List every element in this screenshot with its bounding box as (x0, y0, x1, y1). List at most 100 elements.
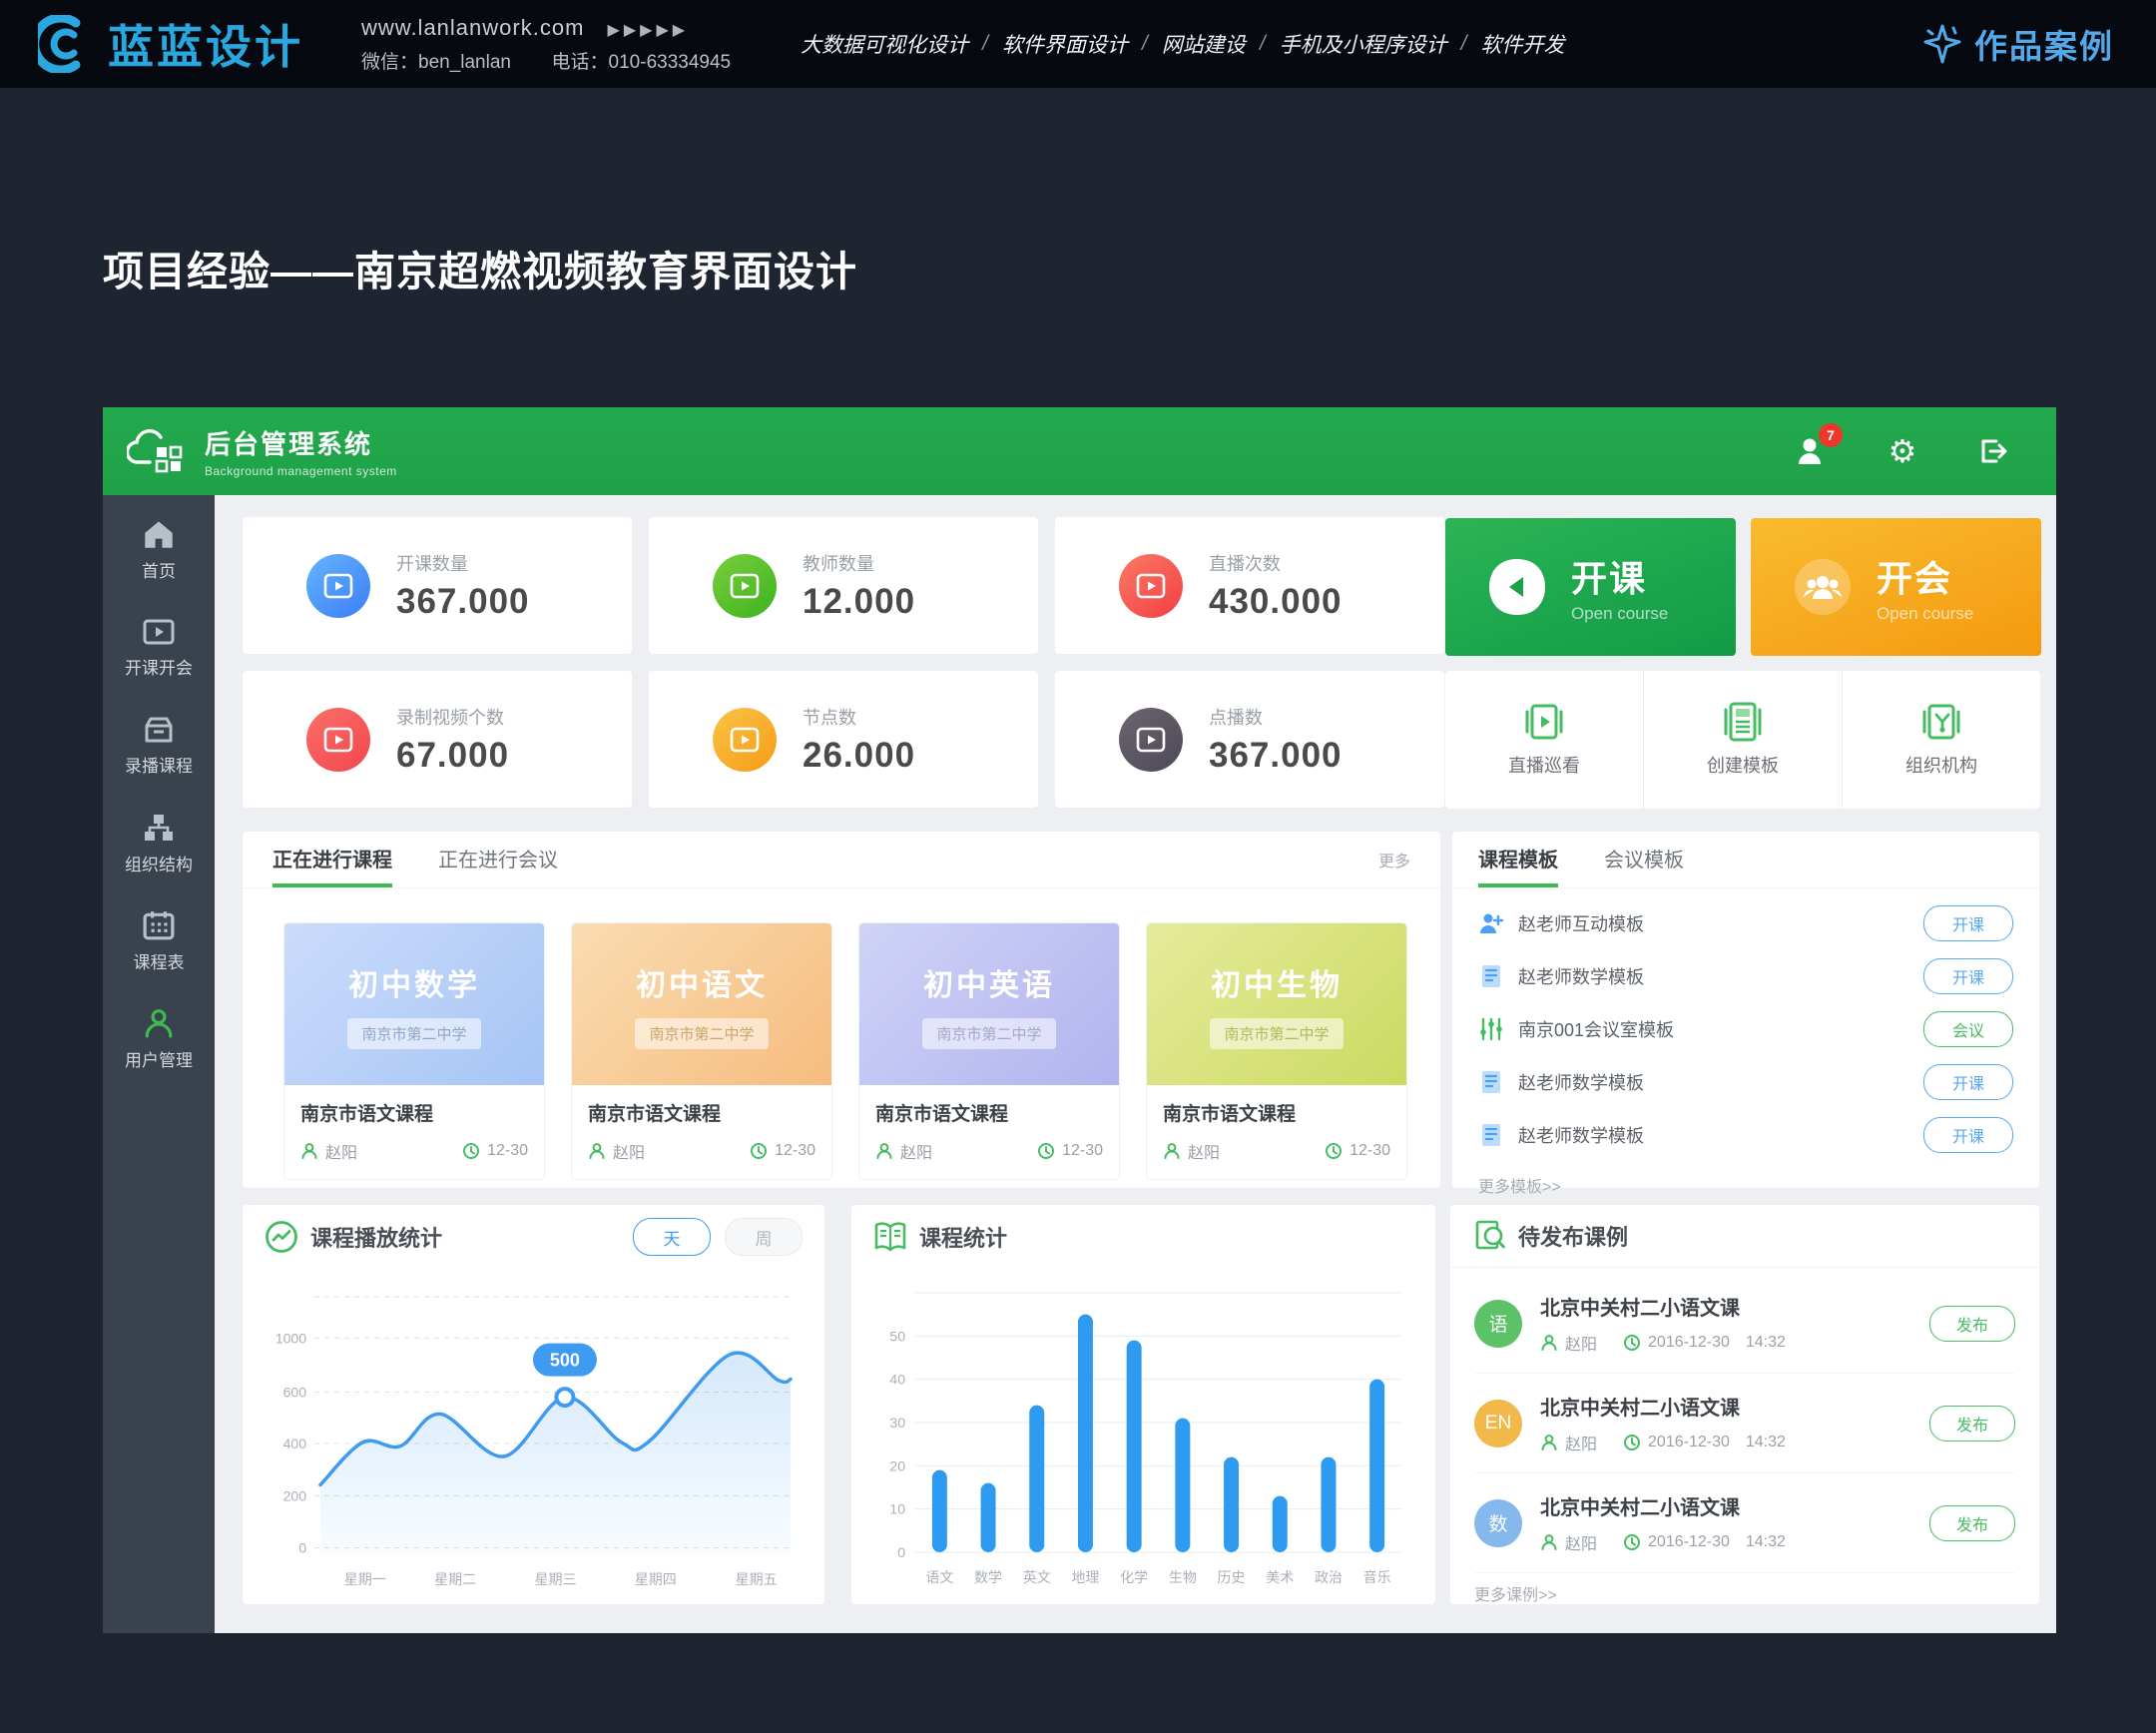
cloud-logo-icon (127, 425, 189, 477)
more-templates-link[interactable]: 更多模板>> (1478, 1173, 2013, 1197)
svg-text:英文: 英文 (1023, 1569, 1051, 1585)
menu-item-dev[interactable]: 软件开发 (1481, 29, 1565, 59)
stat-icon-0 (306, 554, 370, 618)
course-badge-3: 南京市第二中学 (1210, 1018, 1343, 1049)
svg-text:数学: 数学 (974, 1569, 1002, 1585)
template-name: 赵老师互动模板 (1518, 910, 1644, 936)
open-meeting-button[interactable]: 开会 Open course (1751, 518, 2041, 656)
stat-card-recorded-videos: 录制视频个数67.000 (243, 671, 632, 808)
template-row: 赵老师数学模板 开课 (1478, 1055, 2013, 1108)
template-name: 赵老师数学模板 (1518, 963, 1644, 989)
more-lessons-link[interactable]: 更多课例>> (1474, 1581, 2015, 1605)
course-title: 南京市语文课程 (1163, 1099, 1390, 1126)
publish-button[interactable]: 发布 (1929, 1406, 2015, 1442)
quick-link-live-patrol[interactable]: 直播巡看 (1445, 671, 1643, 809)
site-url: www.lanlanwork.com (361, 15, 584, 40)
course-card-biology[interactable]: 初中生物 南京市第二中学 南京市语文课程 赵阳 12-30 (1147, 923, 1406, 1179)
sidebar-label: 组织结构 (125, 851, 193, 875)
toggle-day[interactable]: 天 (633, 1218, 711, 1256)
sidebar-item-user-management[interactable]: 用户管理 (103, 996, 215, 1082)
tab-course-templates[interactable]: 课程模板 (1478, 844, 1558, 887)
publish-badge-2: 数 (1474, 1499, 1522, 1547)
page-title: 项目经验——南京超燃视频教育界面设计 (103, 238, 857, 297)
bar-chart-title: 课程统计 (919, 1221, 1007, 1253)
book-icon (873, 1221, 907, 1253)
open-course-button[interactable]: 开课 Open course (1445, 518, 1736, 656)
gear-icon: ⚙ (1888, 435, 1917, 467)
course-card-chinese[interactable]: 初中语文 南京市第二中学 南京市语文课程 赵阳 12-30 (572, 923, 831, 1179)
course-cover-0: 初中数学 南京市第二中学 (284, 923, 544, 1085)
org-chart-icon (143, 813, 175, 843)
course-statistics-panel: 课程统计 01020304050语文数学英文地理化学生物历史美术政治音乐 (851, 1205, 1435, 1604)
svg-text:40: 40 (889, 1372, 905, 1388)
template-name: 赵老师数学模板 (1518, 1069, 1644, 1095)
person-icon (588, 1142, 606, 1160)
publish-button[interactable]: 发布 (1929, 1306, 2015, 1342)
logout-button[interactable] (1974, 433, 2010, 469)
sidebar-item-home[interactable]: 首页 (103, 507, 215, 593)
logout-icon (1976, 435, 2008, 467)
toggle-week[interactable]: 周 (725, 1218, 803, 1256)
course-time: 12-30 (775, 1142, 815, 1160)
publish-button[interactable]: 发布 (1929, 1505, 2015, 1541)
sidebar-item-schedule[interactable]: 课程表 (103, 898, 215, 984)
publish-title: 北京中关村二小语文课 (1540, 1292, 1786, 1321)
template-open-course-button[interactable]: 开课 (1923, 1064, 2013, 1100)
play-statistics-panel: 课程播放统计 天 周 10006004002000星期一星期二星期三星期四星期五… (243, 1205, 824, 1604)
sidebar-item-org-structure[interactable]: 组织结构 (103, 801, 215, 886)
svg-text:政治: 政治 (1315, 1569, 1343, 1585)
stat-icon-1 (713, 554, 777, 618)
svg-text:1000: 1000 (275, 1330, 306, 1346)
stat-label: 点播数 (1209, 704, 1343, 730)
clock-icon (1623, 1334, 1641, 1352)
person-icon (875, 1142, 893, 1160)
publish-time: 14:32 (1746, 1434, 1786, 1451)
quick-link-label: 组织机构 (1905, 752, 1977, 778)
top-menu: 大数据可视化设计 / 软件界面设计 / 网站建设 / 手机及小程序设计 / 软件… (801, 29, 1564, 59)
svg-text:生物: 生物 (1169, 1569, 1197, 1585)
menu-item-website[interactable]: 网站建设 (1162, 29, 1246, 59)
tab-ongoing-meetings[interactable]: 正在进行会议 (438, 844, 558, 887)
svg-text:地理: 地理 (1071, 1569, 1099, 1585)
clock-icon (462, 1142, 480, 1160)
course-card-english[interactable]: 初中英语 南京市第二中学 南京市语文课程 赵阳 12-30 (859, 923, 1119, 1179)
stat-label: 直播次数 (1209, 550, 1343, 576)
sidebar-item-recorded-courses[interactable]: 录播课程 (103, 703, 215, 789)
open-course-sublabel: Open course (1571, 604, 1668, 624)
user-notifications-button[interactable]: 7 (1795, 433, 1831, 469)
tab-meeting-templates[interactable]: 会议模板 (1604, 844, 1684, 887)
quick-link-create-template[interactable]: 创建模板 (1643, 671, 1842, 809)
template-open-course-button[interactable]: 开课 (1923, 1117, 2013, 1153)
quick-link-organization[interactable]: 组织机构 (1842, 671, 2040, 809)
settings-button[interactable]: ⚙ (1885, 433, 1920, 469)
course-cover-2: 初中英语 南京市第二中学 (859, 923, 1119, 1085)
document-icon (1478, 964, 1504, 988)
template-open-course-button[interactable]: 开课 (1923, 958, 2013, 994)
template-meeting-button[interactable]: 会议 (1923, 1011, 2013, 1047)
play-screen-icon (323, 573, 353, 599)
site-logo[interactable]: 蓝蓝设计 (38, 11, 303, 77)
menu-item-mobile[interactable]: 手机及小程序设计 (1280, 29, 1447, 59)
play-screen-icon (1136, 573, 1166, 599)
course-cover-3: 初中生物 南京市第二中学 (1147, 923, 1406, 1085)
menu-item-software-ui[interactable]: 软件界面设计 (1002, 29, 1128, 59)
bar-chart-svg: 01020304050语文数学英文地理化学生物历史美术政治音乐 (871, 1275, 1415, 1592)
menu-item-bigdata[interactable]: 大数据可视化设计 (801, 29, 968, 59)
course-time: 12-30 (487, 1142, 528, 1160)
publish-panel-title: 待发布课例 (1518, 1220, 1628, 1252)
menu-separator: / (1142, 32, 1148, 56)
portfolio-link[interactable]: 作品案例 (1920, 20, 2114, 68)
sidebar-item-open-class[interactable]: 开课开会 (103, 605, 215, 691)
group-icon (1791, 555, 1855, 619)
publish-title: 北京中关村二小语文课 (1540, 1491, 1786, 1520)
course-badge-1: 南京市第二中学 (635, 1018, 768, 1049)
stat-value: 430.000 (1209, 582, 1343, 622)
template-open-course-button[interactable]: 开课 (1923, 905, 2013, 941)
tab-ongoing-courses[interactable]: 正在进行课程 (272, 844, 392, 887)
clock-icon (1623, 1434, 1641, 1451)
svg-text:音乐: 音乐 (1363, 1569, 1391, 1585)
ongoing-more-link[interactable]: 更多 (1378, 848, 1410, 887)
course-card-math[interactable]: 初中数学 南京市第二中学 南京市语文课程 赵阳 12-30 (284, 923, 544, 1179)
wechat-label: 微信：ben_lanlan (361, 52, 511, 73)
clock-icon (750, 1142, 768, 1160)
